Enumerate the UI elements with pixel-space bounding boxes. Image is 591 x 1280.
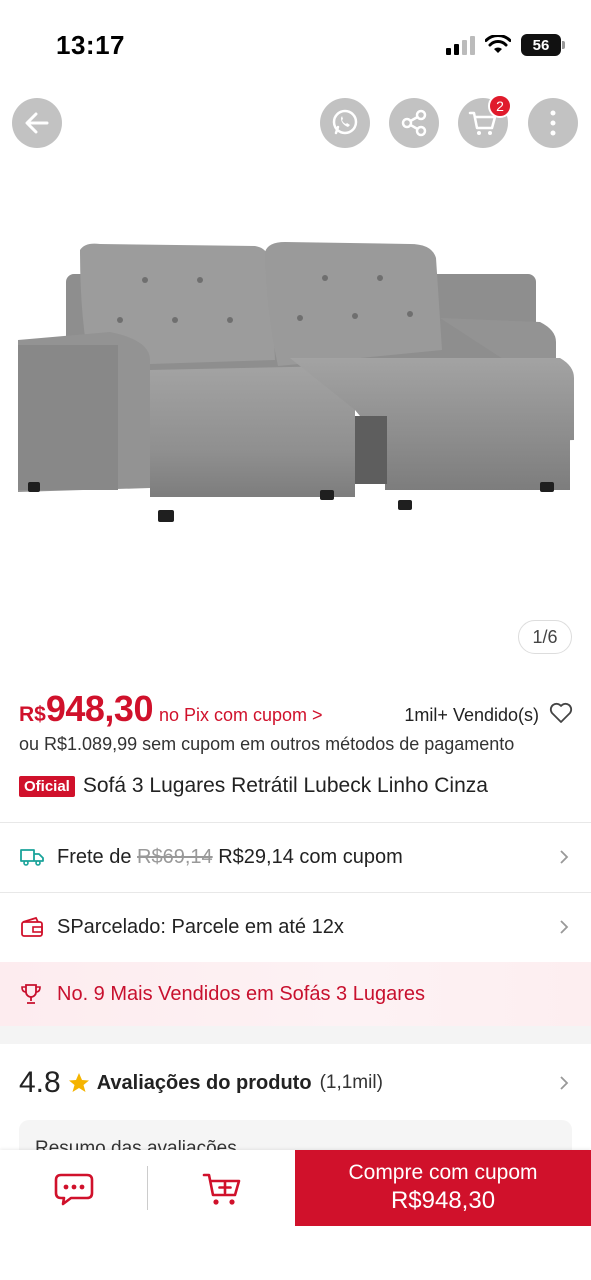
buy-button-label: Compre com cupom <box>348 1161 538 1184</box>
add-to-cart-button[interactable] <box>148 1150 295 1228</box>
status-icons: 56 <box>446 34 565 56</box>
share-button[interactable] <box>389 98 439 148</box>
chevron-right-icon <box>560 1076 569 1090</box>
pix-coupon-link[interactable]: no Pix com cupom > <box>159 705 323 726</box>
product-image[interactable] <box>0 170 591 640</box>
price-value: 948,30 <box>45 688 154 729</box>
shipping-prefix: Frete de <box>57 845 132 868</box>
buy-with-coupon-button[interactable]: Compre com cupom R$948,30 <box>295 1150 591 1226</box>
section-gap <box>0 1026 591 1044</box>
chat-icon <box>54 1173 93 1206</box>
add-to-cart-icon <box>202 1173 240 1205</box>
bottom-action-bar: Compre com cupom R$948,30 <box>0 1150 591 1230</box>
more-options-button[interactable] <box>528 98 578 148</box>
rating-count: (1,1mil) <box>319 1072 383 1093</box>
wallet-icon <box>19 914 45 940</box>
status-time: 13:17 <box>56 30 125 60</box>
whatsapp-share-button[interactable] <box>320 98 370 148</box>
alternate-price: ou R$1.089,99 sem cupom em outros método… <box>19 734 515 754</box>
price-currency: R$ <box>19 703 46 726</box>
battery-indicator: 56 <box>521 34 565 56</box>
image-counter: 1/6 <box>518 620 572 654</box>
more-icon <box>550 110 556 136</box>
chevron-right-icon <box>560 920 569 934</box>
price-row: R$ 948,30 no Pix com cupom > 1mil+ Vendi… <box>19 688 573 738</box>
ranking-row[interactable]: No. 9 Mais Vendidos em Sofás 3 Lugares <box>0 962 591 1026</box>
installments-row[interactable]: SParcelado: Parcele em até 12x <box>19 892 572 962</box>
sold-count: 1mil+ Vendido(s) <box>404 705 539 725</box>
title-row: Oficial Sofá 3 Lugares Retrátil Lubeck L… <box>19 774 488 798</box>
star-icon <box>68 1073 89 1092</box>
wifi-icon <box>485 35 511 53</box>
status-bar: 13:17 56 <box>0 0 591 90</box>
chat-button[interactable] <box>0 1150 147 1228</box>
installments-text: SParcelado: Parcele em até 12x <box>57 915 344 938</box>
whatsapp-icon <box>332 109 358 135</box>
truck-icon <box>19 844 45 870</box>
shipping-new-price: R$29,14 com cupom <box>218 845 403 868</box>
official-badge: Oficial <box>19 775 75 797</box>
product-title: Sofá 3 Lugares Retrátil Lubeck Linho Cin… <box>82 774 488 797</box>
home-indicator-area <box>0 1230 591 1280</box>
share-icon <box>401 109 427 137</box>
back-arrow-icon <box>25 112 49 134</box>
back-button[interactable] <box>12 98 62 148</box>
rating-row[interactable]: 4.8 Avaliações do produto (1,1mil) <box>19 1056 572 1110</box>
trophy-icon <box>21 984 41 1004</box>
cell-signal-icon <box>446 35 475 55</box>
cart-button[interactable]: 2 <box>458 94 512 148</box>
shipping-row[interactable]: Frete de R$69,14 R$29,14 com cupom <box>19 822 572 892</box>
shipping-old-price: R$69,14 <box>137 845 213 868</box>
cart-count-badge: 2 <box>488 94 512 118</box>
buy-button-price: R$948,30 <box>390 1187 496 1214</box>
sofa-image <box>18 242 574 522</box>
ranking-text: No. 9 Mais Vendidos em Sofás 3 Lugares <box>57 982 425 1005</box>
chevron-right-icon <box>560 850 569 864</box>
rating-label: Avaliações do produto <box>96 1071 312 1094</box>
heart-icon[interactable] <box>549 702 573 724</box>
rating-score: 4.8 <box>19 1066 61 1099</box>
